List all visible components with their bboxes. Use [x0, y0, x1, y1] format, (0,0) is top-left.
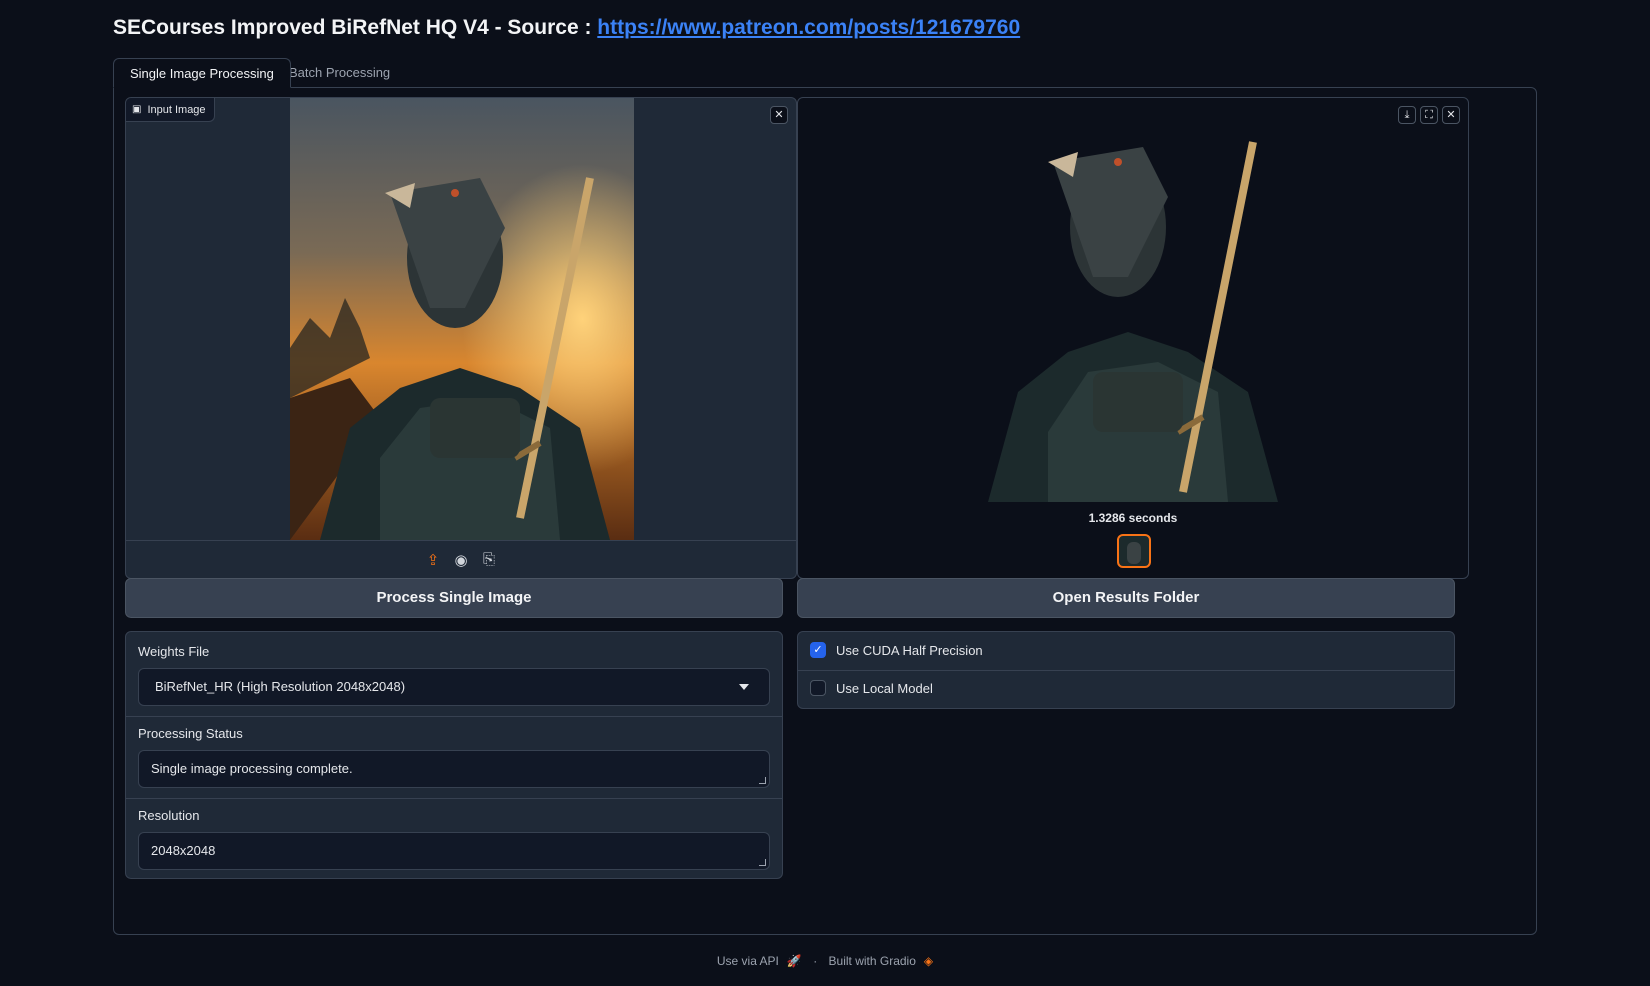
processing-status-label: Processing Status	[138, 726, 243, 741]
fullscreen-icon: ⛶	[1425, 109, 1433, 121]
checkbox-checked-icon[interactable]: ✓	[810, 642, 826, 658]
divider	[798, 670, 1454, 671]
fullscreen-button[interactable]: ⛶	[1420, 106, 1438, 124]
divider	[126, 716, 782, 717]
input-image	[290, 98, 634, 540]
use-local-model-checkbox[interactable]: Use Local Model	[810, 680, 933, 696]
checkbox-unchecked-icon[interactable]	[810, 680, 826, 696]
resize-handle-icon[interactable]	[759, 777, 766, 784]
page-title-text: SECourses Improved BiRefNet HQ V4 - Sour…	[113, 16, 598, 39]
options-form: ✓ Use CUDA Half Precision Use Local Mode…	[797, 631, 1455, 709]
processing-status-value: Single image processing complete.	[151, 761, 353, 776]
footer: Use via API 🚀 · Built with Gradio ◈	[0, 954, 1650, 968]
output-image	[978, 132, 1288, 502]
image-icon: ▣	[132, 103, 142, 115]
cuda-half-precision-label: Use CUDA Half Precision	[836, 642, 983, 658]
use-local-model-label: Use Local Model	[836, 680, 933, 696]
output-gallery: ⤓ ⛶ ✕ 1.3286 seconds	[797, 97, 1469, 579]
tab-panel: ▣ Input Image ✕ ⇪ ◉ ⎘ ⤓ ⛶ ✕ 1.3286 secon…	[113, 87, 1537, 935]
footer-separator: ·	[813, 954, 818, 968]
weights-file-dropdown[interactable]: BiRefNet_HR (High Resolution 2048x2048)	[138, 668, 770, 706]
tab-single-image-processing[interactable]: Single Image Processing	[113, 58, 291, 88]
resolution-textbox[interactable]: 2048x2048	[138, 832, 770, 870]
close-preview-button[interactable]: ✕	[1442, 106, 1460, 124]
close-icon: ✕	[774, 109, 784, 121]
gradio-logo-icon: ◈	[923, 954, 934, 968]
input-image-label: ▣ Input Image	[126, 98, 215, 122]
gallery-thumbnail[interactable]	[1117, 534, 1151, 568]
open-results-folder-button[interactable]: Open Results Folder	[797, 578, 1455, 618]
settings-form: Weights File BiRefNet_HR (High Resolutio…	[125, 631, 783, 879]
process-single-image-button[interactable]: Process Single Image	[125, 578, 783, 618]
clear-input-button[interactable]: ✕	[770, 106, 788, 124]
thumbnail-figure	[1127, 542, 1141, 564]
use-via-api-link[interactable]: Use via API	[717, 954, 779, 968]
rocket-icon: 🚀	[786, 954, 802, 968]
resolution-label: Resolution	[138, 808, 200, 823]
weights-file-label: Weights File	[138, 644, 210, 659]
tab-batch-processing[interactable]: Batch Processing	[273, 58, 406, 88]
input-image-box[interactable]: ▣ Input Image ✕ ⇪ ◉ ⎘	[125, 97, 797, 579]
output-caption: 1.3286 seconds	[1088, 511, 1178, 525]
chevron-down-icon	[739, 684, 749, 690]
close-icon: ✕	[1446, 109, 1456, 121]
upload-icon[interactable]: ⇪	[424, 551, 442, 569]
input-source-bar: ⇪ ◉ ⎘	[126, 540, 796, 578]
processing-status-textbox[interactable]: Single image processing complete.	[138, 750, 770, 788]
weights-file-value: BiRefNet_HR (High Resolution 2048x2048)	[155, 679, 406, 694]
download-icon: ⤓	[1404, 109, 1410, 121]
built-with-gradio-link[interactable]: Built with Gradio	[829, 954, 916, 968]
source-link[interactable]: https://www.patreon.com/posts/121679760	[597, 16, 1020, 39]
tab-bar: Single Image Processing Batch Processing	[113, 58, 1537, 88]
download-button[interactable]: ⤓	[1398, 106, 1416, 124]
cuda-half-precision-checkbox[interactable]: ✓ Use CUDA Half Precision	[810, 642, 983, 658]
clipboard-icon[interactable]: ⎘	[480, 551, 498, 568]
webcam-icon[interactable]: ◉	[452, 551, 470, 569]
resolution-value: 2048x2048	[151, 843, 216, 858]
input-image-label-text: Input Image	[147, 103, 206, 116]
divider	[126, 798, 782, 799]
page-title: SECourses Improved BiRefNet HQ V4 - Sour…	[113, 16, 1020, 40]
resize-handle-icon[interactable]	[759, 859, 766, 866]
